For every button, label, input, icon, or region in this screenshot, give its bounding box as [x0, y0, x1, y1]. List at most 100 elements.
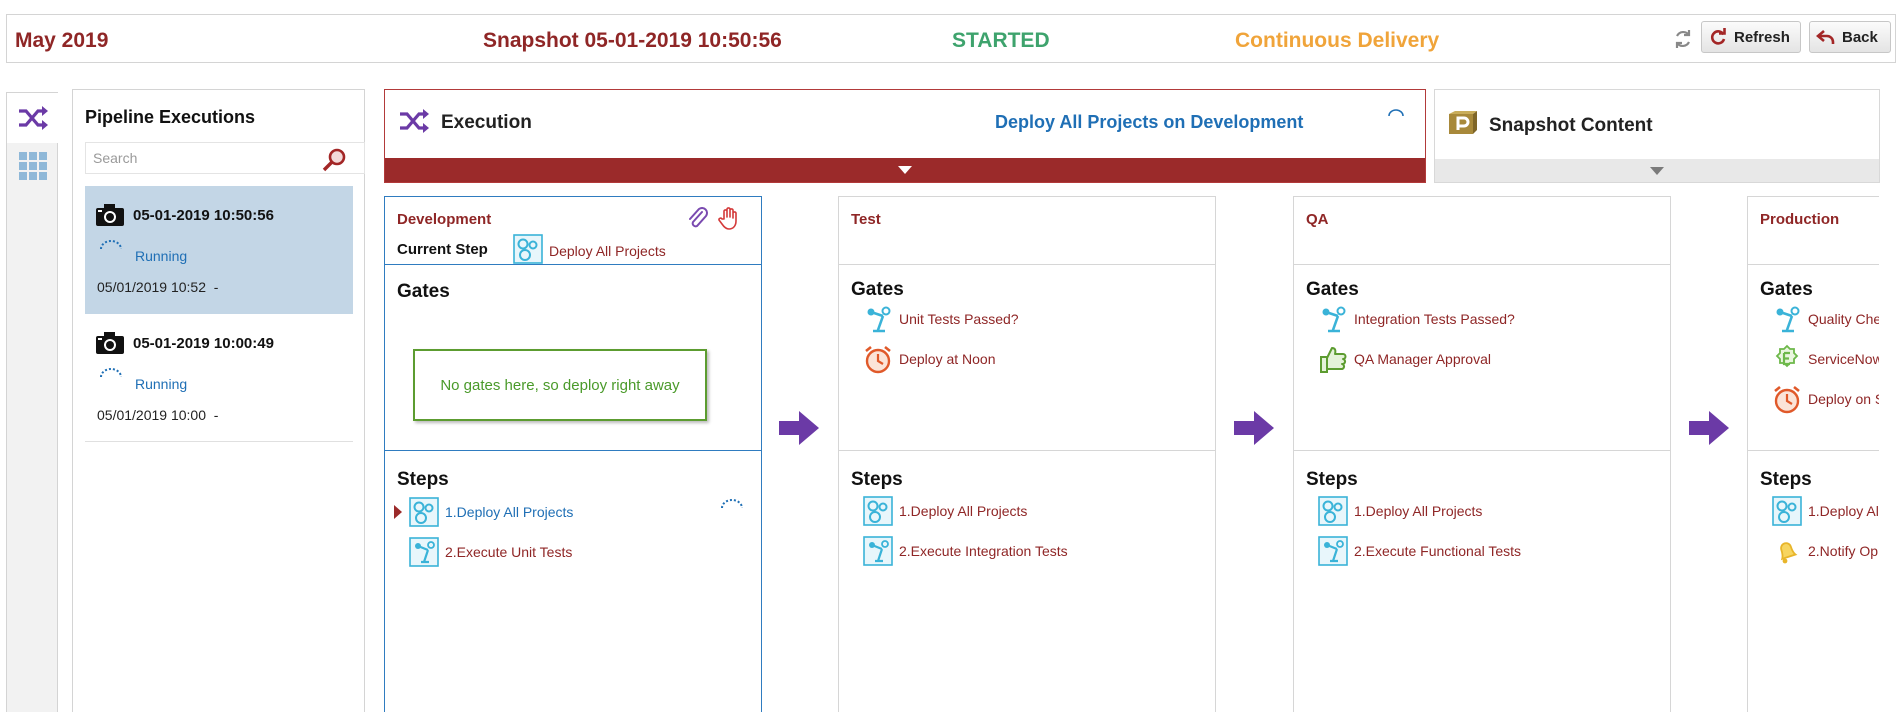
snapshot-expand-bar[interactable] — [1435, 159, 1879, 182]
step-item[interactable]: 2.Notify Op — [1772, 535, 1878, 567]
alarm-clock-icon — [1774, 385, 1800, 414]
stage-header: Test — [839, 197, 1215, 265]
stage-header: Production — [1748, 197, 1879, 265]
camera-icon — [95, 203, 125, 232]
execution-time: 05/01/2019 10:52 - — [97, 279, 219, 295]
execution-expand-bar[interactable] — [385, 158, 1425, 182]
snapshot-content-card[interactable]: Snapshot Content — [1434, 89, 1880, 183]
stage-name: Production — [1760, 211, 1840, 228]
execution-snapshot[interactable]: 05-01-2019 10:00:49 — [133, 335, 274, 352]
gate-item[interactable]: Unit Tests Passed? — [863, 303, 1019, 335]
servicenow-icon — [1775, 344, 1799, 368]
sync-icon[interactable] — [1671, 27, 1695, 51]
step-item[interactable]: 1.Deploy All Projects — [1318, 495, 1482, 527]
steps-title: Steps — [1306, 469, 1358, 490]
running-spinner-icon — [99, 367, 123, 385]
test-robot-icon — [1318, 536, 1348, 566]
step-label: 2.Execute Integration Tests — [899, 543, 1068, 559]
test-robot-icon — [1776, 306, 1800, 333]
flow-arrow-icon — [778, 408, 820, 453]
deploy-icon — [513, 234, 543, 269]
step-label: 2.Notify Op — [1808, 543, 1879, 559]
grid-icon — [18, 152, 47, 180]
stage-gates: Gates No gates here, so deploy right awa… — [385, 265, 761, 451]
step-item[interactable]: 2.Execute Unit Tests — [409, 536, 572, 568]
execution-label: Execution — [441, 112, 532, 133]
stage-development: Development Current Step Deploy All Proj… — [384, 196, 762, 712]
gate-label: Deploy at Noon — [899, 351, 996, 367]
execution-deploy-text: Deploy All Projects on Development — [995, 112, 1304, 132]
execution-snapshot[interactable]: 05-01-2019 10:50:56 — [133, 207, 274, 224]
snapshot-title: Snapshot 05-01-2019 10:50:56 — [483, 29, 782, 52]
execution-status: Running — [135, 248, 188, 264]
chevron-down-icon — [898, 166, 912, 174]
stage-name: Test — [851, 211, 881, 228]
step-item[interactable]: 1.Deploy All Projects — [863, 495, 1027, 527]
step-item[interactable]: 1.Deploy All Projects — [409, 496, 573, 528]
gate-label: Unit Tests Passed? — [899, 311, 1019, 327]
deploy-icon — [1318, 496, 1348, 526]
stage-gates: Gates Unit Tests Passed? Deploy at Noon — [839, 265, 1215, 451]
gate-item[interactable]: ServiceNow — [1772, 343, 1879, 375]
top-header: May 2019 Snapshot 05-01-2019 10:50:56 ST… — [6, 14, 1896, 63]
gates-title: Gates — [1760, 279, 1813, 300]
panel-title: Pipeline Executions — [85, 107, 256, 127]
step-label: 1.Deploy All Projects — [445, 504, 574, 520]
rail-item-executions[interactable] — [7, 93, 58, 143]
refresh-label: Refresh — [1734, 28, 1790, 46]
step-item[interactable]: 1.Deploy Al — [1772, 495, 1879, 527]
back-label: Back — [1842, 28, 1878, 46]
back-button[interactable]: Back — [1809, 21, 1891, 53]
pipeline-executions-panel: Pipeline Executions 05-01-2019 10:50:56 … — [72, 89, 365, 712]
stage-header: QA — [1294, 197, 1670, 265]
step-item[interactable]: 2.Execute Functional Tests — [1318, 535, 1521, 567]
gate-item[interactable]: QA Manager Approval — [1318, 343, 1491, 375]
execution-card[interactable]: Execution Deploy All Projects on Develop… — [384, 89, 1426, 183]
current-step-label: Current Step — [397, 241, 488, 258]
gates-title: Gates — [851, 279, 904, 300]
stage-qa: QA Gates Integration Tests Passed? QA Ma… — [1293, 196, 1671, 712]
bell-icon — [1780, 542, 1798, 564]
steps-title: Steps — [397, 469, 449, 490]
paperclip-icon[interactable] — [687, 207, 709, 236]
pipeline-name: Continuous Delivery — [1235, 29, 1440, 52]
gate-item[interactable]: Deploy at Noon — [863, 343, 996, 375]
refresh-button[interactable]: Refresh — [1701, 21, 1801, 53]
left-rail — [6, 92, 58, 712]
execution-item[interactable]: 05-01-2019 10:00:49 Running 05/01/2019 1… — [85, 314, 353, 442]
hand-stop-icon[interactable] — [718, 206, 740, 235]
thumbs-up-icon — [1320, 347, 1347, 373]
camera-icon — [95, 331, 125, 360]
month-title: May 2019 — [15, 29, 109, 52]
running-spinner-icon — [99, 239, 123, 257]
execution-item[interactable]: 05-01-2019 10:50:56 Running 05/01/2019 1… — [85, 186, 353, 314]
gate-item[interactable]: Quality Che — [1772, 303, 1879, 335]
step-label: 2.Execute Unit Tests — [445, 544, 573, 560]
search-input[interactable] — [86, 143, 314, 173]
snapshot-content-label: Snapshot Content — [1489, 115, 1653, 136]
stage-name: QA — [1306, 211, 1329, 228]
execution-status: Running — [135, 376, 188, 392]
chevron-down-icon — [1650, 166, 1664, 175]
rail-item-grid[interactable] — [7, 143, 58, 189]
stage-header: Development Current Step Deploy All Proj… — [385, 197, 761, 265]
shuffle-icon — [18, 106, 48, 130]
step-label: 2.Execute Functional Tests — [1354, 543, 1522, 559]
gate-item[interactable]: Integration Tests Passed? — [1318, 303, 1515, 335]
gate-label: QA Manager Approval — [1354, 351, 1491, 367]
step-label: 1.Deploy All Projects — [1354, 503, 1483, 519]
running-spinner-icon — [720, 498, 744, 516]
deploy-icon — [1772, 496, 1802, 526]
stage-production: Production Gates Quality Che ServiceNow … — [1747, 196, 1879, 712]
search-icon[interactable] — [322, 147, 348, 178]
execution-time: 05/01/2019 10:00 - — [97, 407, 219, 423]
gate-item[interactable]: Deploy on S — [1772, 383, 1879, 415]
gate-label: Integration Tests Passed? — [1354, 311, 1515, 327]
stage-gates: Gates Integration Tests Passed? QA Manag… — [1294, 265, 1670, 451]
stage-production-viewport: Production Gates Quality Che ServiceNow … — [1747, 196, 1879, 712]
gates-title: Gates — [1306, 279, 1359, 300]
current-step-name[interactable]: Deploy All Projects — [549, 243, 666, 259]
step-item[interactable]: 2.Execute Integration Tests — [863, 535, 1068, 567]
step-label: 1.Deploy All Projects — [899, 503, 1028, 519]
test-robot-icon — [409, 537, 439, 567]
